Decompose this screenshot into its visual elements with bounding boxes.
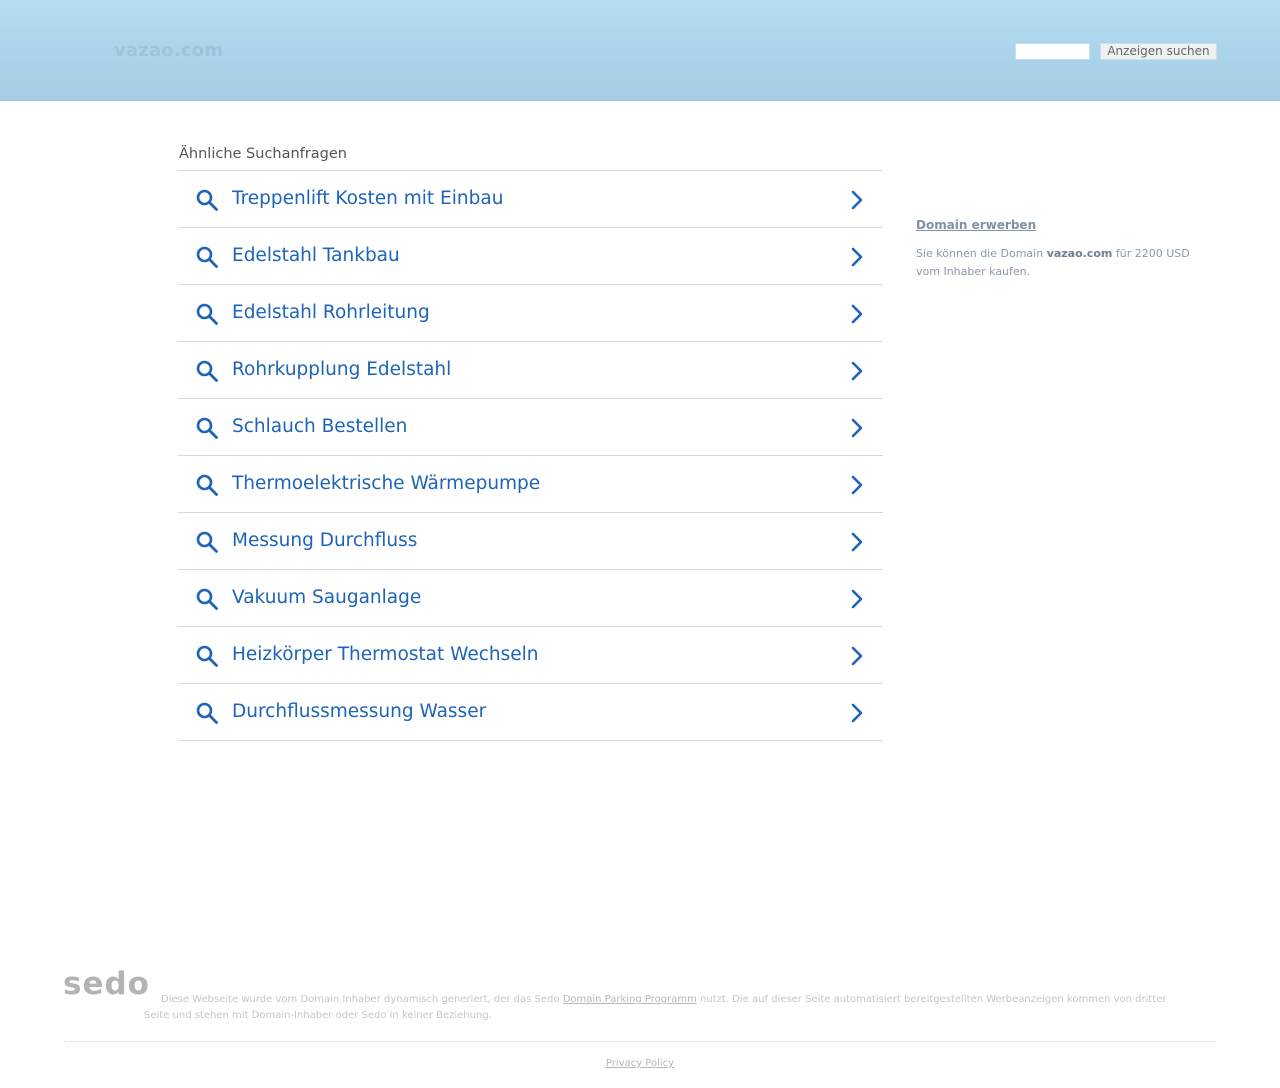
related-search-label[interactable]: Rohrkupplung Edelstahl bbox=[232, 359, 451, 380]
related-searches-title: Ähnliche Suchanfragen bbox=[179, 146, 347, 162]
search-icon bbox=[196, 474, 218, 496]
search-icon bbox=[196, 360, 218, 382]
search-icon bbox=[196, 303, 218, 325]
sedo-logo: sedo bbox=[63, 966, 150, 1002]
related-search-label[interactable]: Heizkörper Thermostat Wechseln bbox=[232, 644, 539, 665]
buy-domain-text: Sie können die Domain vazao.com für 2200… bbox=[916, 245, 1216, 281]
search-button[interactable]: Anzeigen suchen bbox=[1100, 43, 1217, 60]
related-search-label[interactable]: Treppenlift Kosten mit Einbau bbox=[232, 188, 503, 209]
related-search-label[interactable]: Vakuum Sauganlage bbox=[232, 587, 421, 608]
chevron-right-icon bbox=[851, 475, 863, 495]
buy-domain-link[interactable]: Domain erwerben bbox=[916, 218, 1036, 232]
related-search-item[interactable]: Rohrkupplung Edelstahl bbox=[178, 342, 883, 399]
related-search-item[interactable]: Treppenlift Kosten mit Einbau bbox=[178, 171, 883, 228]
buy-domain-name: vazao.com bbox=[1046, 247, 1113, 260]
related-search-label[interactable]: Durchflussmessung Wasser bbox=[232, 701, 486, 722]
related-search-label[interactable]: Messung Durchfluss bbox=[232, 530, 417, 551]
chevron-right-icon bbox=[851, 418, 863, 438]
related-search-item[interactable]: Heizkörper Thermostat Wechseln bbox=[178, 627, 883, 684]
related-search-label[interactable]: Schlauch Bestellen bbox=[232, 416, 407, 437]
chevron-right-icon bbox=[851, 361, 863, 381]
chevron-right-icon bbox=[851, 532, 863, 552]
parking-disclaimer: Diese Webseite wurde vom Domain Inhaber … bbox=[144, 992, 1174, 1024]
chevron-right-icon bbox=[851, 703, 863, 723]
related-search-item[interactable]: Edelstahl Tankbau bbox=[178, 228, 883, 285]
related-search-item[interactable]: Messung Durchfluss bbox=[178, 513, 883, 570]
page-header: vazao.com Anzeigen suchen bbox=[0, 0, 1280, 101]
related-search-item[interactable]: Vakuum Sauganlage bbox=[178, 570, 883, 627]
related-search-item[interactable]: Edelstahl Rohrleitung bbox=[178, 285, 883, 342]
chevron-right-icon bbox=[851, 589, 863, 609]
footer-divider bbox=[64, 1041, 1216, 1042]
chevron-right-icon bbox=[851, 190, 863, 210]
related-search-item[interactable]: Thermoelektrische Wärmepumpe bbox=[178, 456, 883, 513]
related-search-label[interactable]: Edelstahl Rohrleitung bbox=[232, 302, 430, 323]
search-icon bbox=[196, 531, 218, 553]
search-icon bbox=[196, 246, 218, 268]
chevron-right-icon bbox=[851, 247, 863, 267]
domain-parking-link[interactable]: Domain Parking Programm bbox=[563, 994, 697, 1005]
search-icon bbox=[196, 645, 218, 667]
search-input[interactable] bbox=[1015, 43, 1090, 60]
search-icon bbox=[196, 417, 218, 439]
buy-domain-text-before: Sie können die Domain bbox=[916, 247, 1047, 260]
related-search-item[interactable]: Durchflussmessung Wasser bbox=[178, 684, 883, 741]
privacy-row: Privacy Policy bbox=[0, 1058, 1280, 1069]
chevron-right-icon bbox=[851, 646, 863, 666]
site-name[interactable]: vazao.com bbox=[114, 40, 223, 61]
search-icon bbox=[196, 588, 218, 610]
related-search-item[interactable]: Schlauch Bestellen bbox=[178, 399, 883, 456]
chevron-right-icon bbox=[851, 304, 863, 324]
search-icon bbox=[196, 702, 218, 724]
related-searches-list: Treppenlift Kosten mit Einbau Edelstahl … bbox=[178, 170, 883, 741]
related-search-label[interactable]: Edelstahl Tankbau bbox=[232, 245, 400, 266]
privacy-policy-link[interactable]: Privacy Policy bbox=[606, 1058, 674, 1069]
search-icon bbox=[196, 189, 218, 211]
disclaimer-text-before: Diese Webseite wurde vom Domain Inhaber … bbox=[161, 994, 563, 1005]
related-search-label[interactable]: Thermoelektrische Wärmepumpe bbox=[232, 473, 540, 494]
